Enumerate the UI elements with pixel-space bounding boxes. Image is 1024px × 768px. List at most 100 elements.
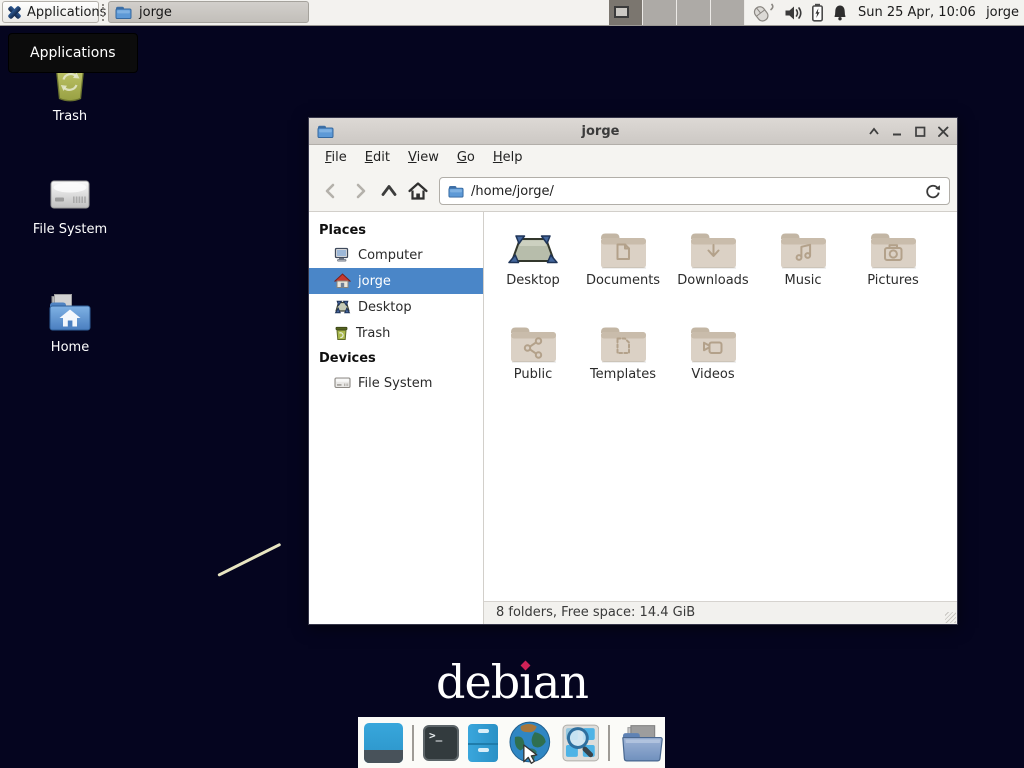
- file-label: Public: [514, 367, 552, 382]
- sidebar-item-filesystem[interactable]: File System: [309, 370, 483, 396]
- workspace-2[interactable]: [643, 0, 677, 25]
- file-label: Music: [785, 273, 822, 288]
- sidebar: Places Computer jorge: [309, 212, 484, 624]
- dock-panel: >_: [358, 717, 665, 768]
- file-icon-downloads[interactable]: Downloads: [668, 226, 758, 320]
- show-desktop-launcher[interactable]: [364, 723, 403, 763]
- file-icon-public[interactable]: Public: [488, 320, 578, 414]
- sidebar-item-trash[interactable]: Trash: [309, 320, 483, 346]
- desktop-icon-home[interactable]: Home: [18, 293, 122, 355]
- shade-button[interactable]: [867, 124, 880, 138]
- system-tray: [751, 0, 848, 25]
- window-titlebar[interactable]: jorge: [309, 118, 957, 145]
- cabinet-drawer: [468, 724, 498, 745]
- menubar: File Edit View Go Help: [309, 145, 957, 171]
- applications-menu-label: Applications: [27, 5, 106, 20]
- status-text: 8 folders, Free space: 14.4 GiB: [496, 605, 695, 620]
- panel-clock[interactable]: Sun 25 Apr, 10:06: [858, 0, 976, 25]
- menu-file[interactable]: File: [316, 145, 356, 171]
- resize-grip[interactable]: [945, 612, 956, 623]
- file-icon-pictures[interactable]: Pictures: [848, 226, 938, 320]
- workspace-window-thumbnail: [614, 6, 629, 18]
- applications-menu-button[interactable]: Applications: [2, 1, 99, 23]
- taskbar-window-button[interactable]: jorge: [108, 1, 309, 23]
- desktop-icon-label: File System: [33, 222, 107, 237]
- sidebar-item-label: jorge: [358, 274, 391, 289]
- file-icon-videos[interactable]: Videos: [668, 320, 758, 414]
- forward-button[interactable]: [345, 177, 374, 206]
- web-browser-launcher[interactable]: [507, 720, 553, 766]
- volume-icon[interactable]: [784, 5, 803, 21]
- sidebar-item-label: Desktop: [358, 300, 412, 315]
- up-button[interactable]: [374, 177, 403, 206]
- drive-icon: [46, 175, 94, 215]
- window-folder-icon: [115, 5, 132, 19]
- sidebar-item-jorge[interactable]: jorge: [309, 268, 483, 294]
- notification-bell-icon[interactable]: [832, 4, 848, 21]
- terminal-launcher[interactable]: >_: [423, 725, 459, 761]
- dock-separator: [608, 725, 610, 761]
- maximize-button[interactable]: [913, 124, 926, 138]
- desktop-special-icon: [505, 226, 561, 272]
- music-folder-icon: [775, 226, 831, 272]
- drive-small-icon: [334, 376, 351, 390]
- window-title: jorge: [340, 124, 861, 139]
- public-folder-icon: [505, 320, 561, 366]
- workspace-3[interactable]: [677, 0, 711, 25]
- debian-logo: debıan: [0, 655, 1024, 709]
- file-cabinet-launcher[interactable]: [468, 724, 498, 762]
- templates-folder-icon: [595, 320, 651, 366]
- file-label: Pictures: [867, 273, 918, 288]
- applications-menu-icon: [7, 5, 22, 20]
- panel-user-label[interactable]: jorge: [986, 0, 1019, 25]
- workspace-4[interactable]: [711, 0, 745, 25]
- sidebar-item-label: Computer: [358, 248, 423, 263]
- application-finder-launcher[interactable]: [562, 724, 600, 762]
- file-icon-desktop[interactable]: Desktop: [488, 226, 578, 320]
- magnifier-icon: [568, 728, 587, 747]
- sidebar-item-computer[interactable]: Computer: [309, 242, 483, 268]
- computer-icon: [334, 247, 351, 263]
- downloads-folder-icon: [685, 226, 741, 272]
- desktop-icon: [334, 299, 351, 315]
- workspace-switcher[interactable]: [609, 0, 745, 25]
- file-icon-view[interactable]: Desktop Documents Downloads: [484, 212, 957, 601]
- menu-edit[interactable]: Edit: [356, 145, 399, 171]
- cabinet-drawer: [468, 743, 498, 762]
- videos-folder-icon: [685, 320, 741, 366]
- menu-view[interactable]: View: [399, 145, 448, 171]
- file-label: Videos: [691, 367, 734, 382]
- address-path[interactable]: /home/jorge/: [471, 184, 554, 199]
- show-desktop-icon-base: [364, 750, 403, 763]
- file-icon-music[interactable]: Music: [758, 226, 848, 320]
- file-label: Desktop: [506, 273, 560, 288]
- file-icon-templates[interactable]: Templates: [578, 320, 668, 414]
- workspace-1[interactable]: [609, 0, 643, 25]
- address-bar[interactable]: /home/jorge/: [439, 177, 950, 205]
- minimize-button[interactable]: [890, 124, 903, 138]
- back-button[interactable]: [316, 177, 345, 206]
- sidebar-item-desktop[interactable]: Desktop: [309, 294, 483, 320]
- menu-help[interactable]: Help: [484, 145, 532, 171]
- documents-folder-icon: [595, 226, 651, 272]
- file-label: Downloads: [677, 273, 748, 288]
- desktop-line-artifact: [217, 543, 281, 577]
- mouse-icon[interactable]: [751, 2, 776, 23]
- sidebar-header-places: Places: [309, 218, 483, 242]
- reload-button[interactable]: [925, 183, 941, 199]
- sidebar-item-label: File System: [358, 376, 432, 391]
- home-folder-icon: [47, 293, 93, 333]
- file-icon-documents[interactable]: Documents: [578, 226, 668, 320]
- file-label: Documents: [586, 273, 660, 288]
- panel-drag-handle[interactable]: [102, 4, 107, 21]
- desktop-icon-label: Home: [51, 340, 89, 355]
- close-button[interactable]: [936, 124, 949, 138]
- sidebar-header-devices: Devices: [309, 346, 483, 370]
- menu-go[interactable]: Go: [448, 145, 484, 171]
- file-manager-launcher[interactable]: [619, 723, 665, 763]
- desktop-icon-filesystem[interactable]: File System: [18, 175, 122, 237]
- home-button[interactable]: [403, 177, 432, 206]
- window-icon: [317, 124, 334, 138]
- battery-icon[interactable]: [811, 3, 824, 22]
- top-panel: Applications jorge: [0, 0, 1024, 26]
